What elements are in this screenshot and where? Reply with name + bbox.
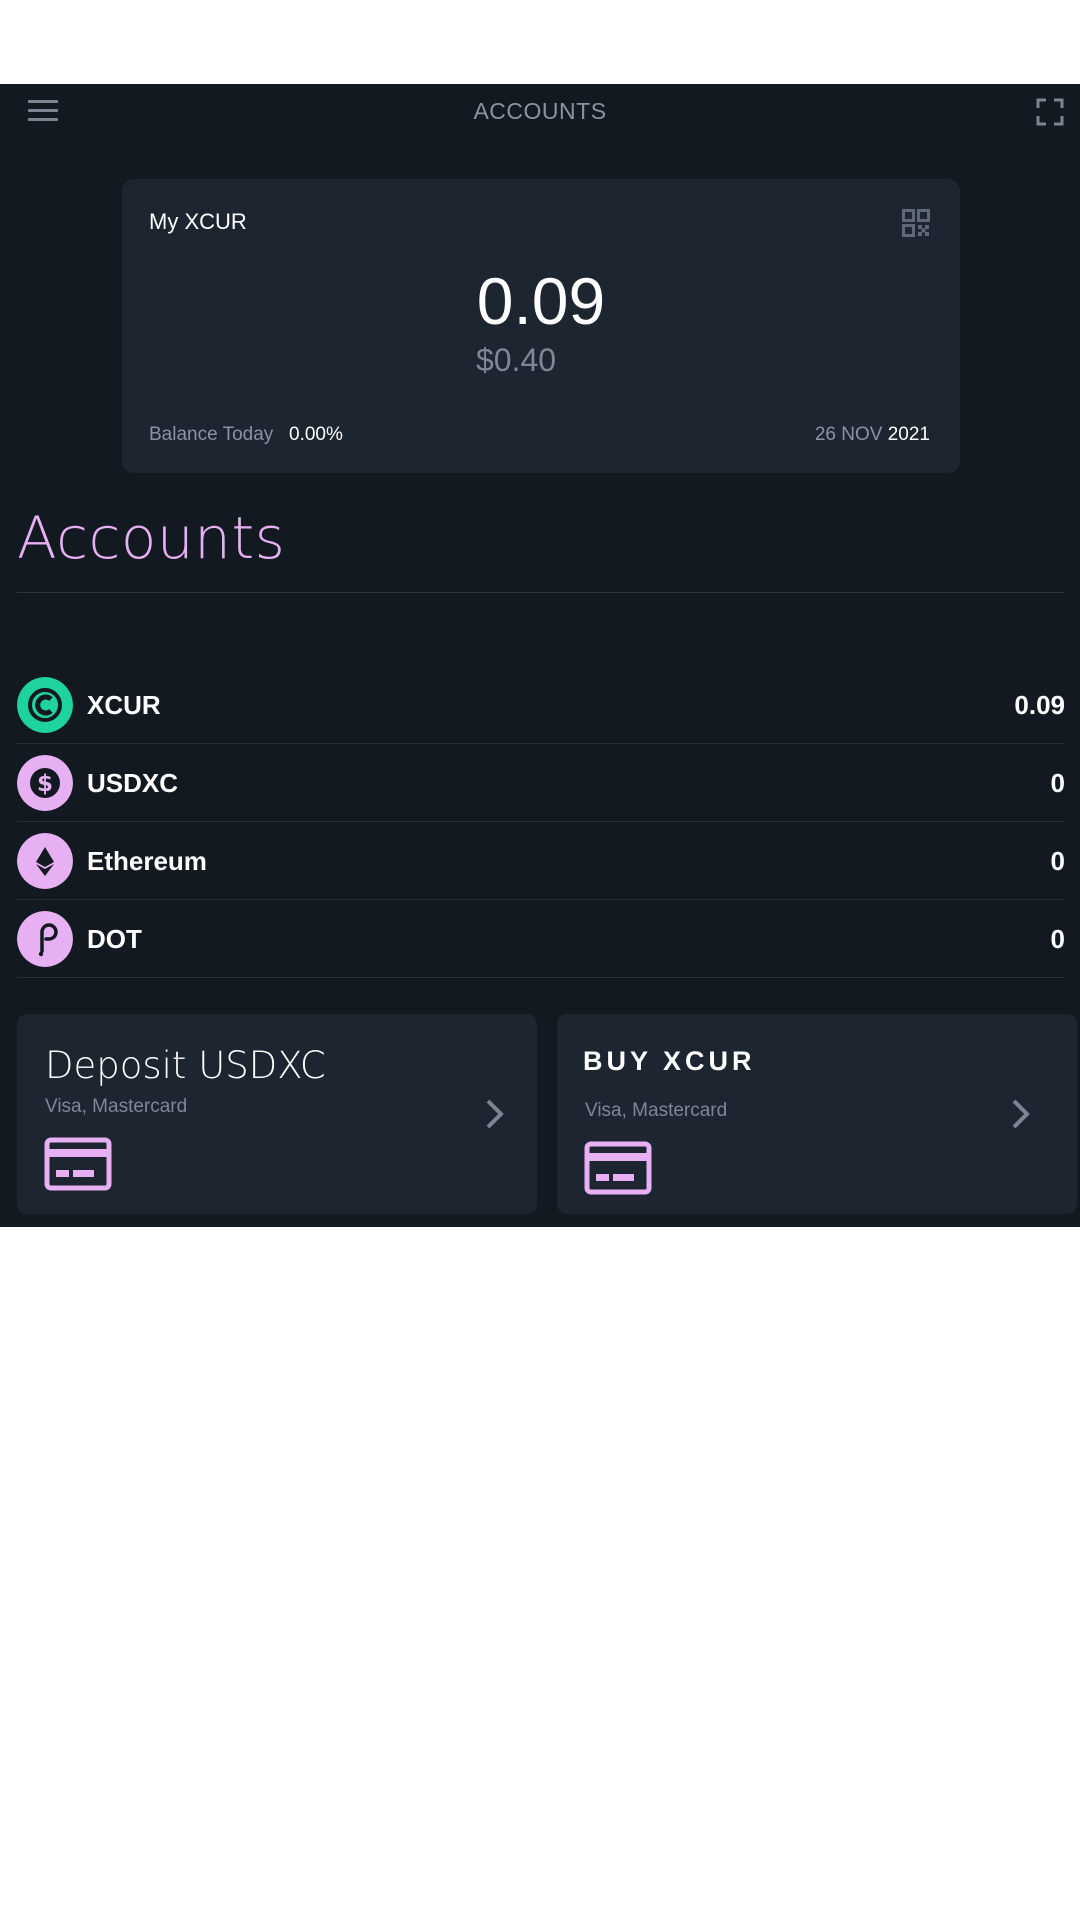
buy-title: BUY XCUR (583, 1046, 756, 1076)
polkadot-icon (17, 911, 73, 967)
chevron-right-icon (1012, 1099, 1030, 1129)
account-value: 0 (1050, 846, 1065, 876)
account-row-usdxc[interactable]: $ USDXC 0 (17, 744, 1065, 822)
divider (17, 592, 1065, 593)
credit-card-icon (44, 1137, 112, 1191)
balance-fiat-value: $0.40 (476, 342, 557, 378)
chevron-right-icon (486, 1099, 504, 1129)
account-name: Ethereum (87, 846, 207, 876)
balance-today-label: Balance Today (149, 424, 274, 445)
account-row-xcur[interactable]: XCUR 0.09 (17, 666, 1065, 744)
top-bar: ACCOUNTS (0, 84, 1080, 140)
qr-code-icon[interactable] (902, 209, 930, 237)
account-name: USDXC (87, 768, 179, 798)
balance-today-change: 0.00% (289, 424, 343, 445)
balance-amount: 0.09 (476, 264, 606, 338)
accounts-heading: Accounts (17, 504, 286, 572)
deposit-title: Deposit USDXC (45, 1044, 326, 1087)
account-value: 0 (1050, 924, 1065, 954)
svg-text:$: $ (37, 771, 53, 797)
bottom-edge-strip (540, 1224, 776, 1227)
ethereum-icon (17, 833, 73, 889)
date-year: 2021 (887, 424, 930, 445)
credit-card-icon (584, 1141, 652, 1195)
account-name: XCUR (87, 690, 161, 720)
account-value: 0 (1050, 768, 1065, 798)
balance-date: 26 NOV 2021 (815, 424, 930, 446)
buy-subtitle: Visa, Mastercard (585, 1100, 728, 1121)
page-title: ACCOUNTS (473, 98, 607, 124)
account-row-dot[interactable]: DOT 0 (17, 900, 1065, 978)
account-name: DOT (87, 924, 142, 954)
divider (17, 977, 1065, 978)
account-row-ethereum[interactable]: Ethereum 0 (17, 822, 1065, 900)
deposit-usdxc-card[interactable]: Deposit USDXC Visa, Mastercard (17, 1014, 537, 1214)
app-screen: ACCOUNTS My XCUR 0.09 $0.40 Balance Toda… (0, 84, 1080, 1227)
xcur-coin-icon (17, 677, 73, 733)
account-value: 0.09 (1014, 690, 1065, 720)
card-title: My XCUR (149, 209, 247, 234)
date-day-month: 26 NOV (814, 424, 883, 445)
balance-card[interactable]: My XCUR 0.09 $0.40 Balance Today 0.00% 2… (122, 179, 960, 473)
deposit-subtitle: Visa, Mastercard (45, 1096, 188, 1117)
buy-xcur-card[interactable]: BUY XCUR Visa, Mastercard (557, 1014, 1077, 1214)
fullscreen-icon[interactable] (1036, 98, 1064, 126)
dollar-coin-icon: $ (17, 755, 73, 811)
